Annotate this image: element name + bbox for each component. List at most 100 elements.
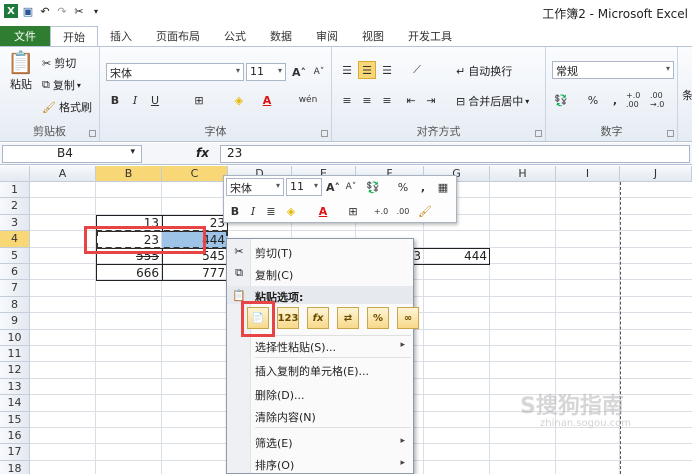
menu-item-insert-copied[interactable]: 插入复制的单元格(E)... bbox=[255, 363, 369, 379]
row-header-2[interactable]: 2 bbox=[0, 198, 30, 215]
align-middle-icon[interactable]: ☰ bbox=[358, 61, 376, 79]
number-format-combo[interactable]: 常规 ▾ bbox=[552, 61, 674, 79]
paste-formulas-button[interactable]: fx bbox=[307, 307, 329, 329]
tab-page-layout[interactable]: 页面布局 bbox=[144, 26, 212, 46]
row-header-5[interactable]: 5 bbox=[0, 247, 30, 264]
customize-qat-icon[interactable]: ✂ bbox=[72, 4, 86, 18]
bold-button[interactable]: B bbox=[106, 91, 124, 109]
row-header-12[interactable]: 12 bbox=[0, 362, 30, 379]
tab-insert[interactable]: 插入 bbox=[98, 26, 144, 46]
mini-center-icon[interactable]: ≣ bbox=[262, 202, 280, 220]
menu-item-sort[interactable]: 排序(O) bbox=[255, 457, 294, 473]
tab-review[interactable]: 审阅 bbox=[304, 26, 350, 46]
conditional-format-button[interactable]: 条 bbox=[682, 87, 692, 103]
row-header-4[interactable]: 4 bbox=[0, 231, 30, 248]
row-header-3[interactable]: 3 bbox=[0, 214, 30, 232]
column-header-j[interactable]: J bbox=[620, 166, 692, 182]
align-left-icon[interactable]: ≡ bbox=[338, 91, 356, 109]
insert-function-icon[interactable]: fx bbox=[196, 146, 209, 160]
shrink-font-icon[interactable]: A˅ bbox=[342, 178, 360, 196]
cut-button[interactable]: ✂ 剪切 bbox=[42, 55, 76, 71]
mini-format-painter-icon[interactable]: 🖌 bbox=[416, 202, 434, 220]
underline-button[interactable]: U bbox=[146, 91, 164, 109]
align-right-icon[interactable]: ≡ bbox=[378, 91, 396, 109]
menu-item-filter[interactable]: 筛选(E) bbox=[255, 435, 293, 451]
mini-italic-icon[interactable]: I bbox=[244, 202, 262, 220]
copy-button[interactable]: ⧉ 复制 ▾ bbox=[42, 77, 81, 93]
phonetic-icon[interactable]: wén bbox=[296, 91, 320, 109]
mini-font-color-icon[interactable]: A bbox=[314, 202, 332, 220]
column-header-i[interactable]: I bbox=[556, 166, 620, 182]
row-header-14[interactable]: 14 bbox=[0, 395, 30, 412]
menu-item-copy[interactable]: 复制(C) bbox=[255, 267, 293, 283]
column-header-c[interactable]: C bbox=[162, 166, 228, 182]
row-header-17[interactable]: 17 bbox=[0, 444, 30, 461]
menu-item-cut[interactable]: 剪切(T) bbox=[255, 245, 292, 261]
mini-border-icon[interactable]: ⊞ bbox=[344, 202, 362, 220]
row-header-15[interactable]: 15 bbox=[0, 411, 30, 428]
number-format-icon[interactable]: ▦ bbox=[434, 178, 452, 196]
dialog-launcher-icon[interactable] bbox=[535, 130, 542, 137]
decrease-indent-icon[interactable]: ⇤ bbox=[402, 91, 420, 109]
mini-font-combo[interactable]: 宋体 ▾ bbox=[226, 178, 284, 196]
dialog-launcher-icon[interactable] bbox=[321, 130, 328, 137]
increase-indent-icon[interactable]: ⇥ bbox=[422, 91, 440, 109]
formula-input[interactable]: 23 bbox=[220, 145, 690, 163]
accounting-icon[interactable]: 💱 bbox=[364, 178, 382, 196]
grow-font-icon[interactable]: A˄ bbox=[290, 63, 308, 81]
save-icon[interactable]: ▣ bbox=[21, 4, 35, 18]
merge-center-button[interactable]: ⊟ 合并后居中 ▾ bbox=[456, 93, 529, 109]
tab-data[interactable]: 数据 bbox=[258, 26, 304, 46]
mini-percent-button[interactable]: % bbox=[394, 178, 412, 196]
tab-home[interactable]: 开始 bbox=[50, 26, 98, 46]
mini-comma-button[interactable]: , bbox=[414, 178, 432, 196]
italic-button[interactable]: I bbox=[126, 91, 144, 109]
tab-formulas[interactable]: 公式 bbox=[212, 26, 258, 46]
fill-color-icon[interactable]: ◈ bbox=[230, 91, 248, 109]
font-name-combo[interactable]: 宋体 ▾ bbox=[106, 63, 244, 81]
decrease-decimal-button[interactable]: .00 →.0 bbox=[650, 91, 672, 109]
paste-values-button[interactable]: 123 bbox=[277, 307, 299, 329]
menu-item-paste-special[interactable]: 选择性粘贴(S)... bbox=[255, 339, 336, 355]
accounting-icon[interactable]: 💱 bbox=[552, 91, 570, 109]
cell-g5[interactable]: 444 bbox=[424, 248, 490, 264]
paste-button[interactable]: 📋 粘贴 bbox=[6, 51, 36, 92]
mini-inc-decimal-icon[interactable]: +.0 bbox=[372, 202, 390, 220]
tab-file[interactable]: 文件 bbox=[0, 26, 50, 46]
percent-button[interactable]: % bbox=[584, 91, 602, 109]
name-box[interactable]: B4 ▾ bbox=[2, 145, 142, 163]
cell-c6[interactable]: 777 bbox=[162, 265, 228, 281]
grow-font-icon[interactable]: A˄ bbox=[324, 178, 342, 196]
comma-button[interactable]: , bbox=[606, 91, 624, 109]
align-center-icon[interactable]: ≡ bbox=[358, 91, 376, 109]
cell-b6[interactable]: 666 bbox=[96, 265, 162, 281]
menu-item-clear[interactable]: 清除内容(N) bbox=[255, 409, 316, 425]
row-header-6[interactable]: 6 bbox=[0, 264, 30, 281]
column-header-a[interactable]: A bbox=[30, 166, 96, 182]
font-color-icon[interactable]: A bbox=[258, 91, 276, 109]
row-header-11[interactable]: 11 bbox=[0, 346, 30, 363]
increase-decimal-button[interactable]: +.0 .00 bbox=[626, 91, 648, 109]
row-header-18[interactable]: 18 bbox=[0, 460, 30, 474]
mini-size-combo[interactable]: 11 ▾ bbox=[286, 178, 322, 196]
border-icon[interactable]: ⊞ bbox=[190, 91, 208, 109]
mini-dec-decimal-icon[interactable]: .00 bbox=[394, 202, 412, 220]
orientation-icon[interactable]: ⟋ bbox=[408, 61, 426, 79]
menu-item-delete[interactable]: 删除(D)... bbox=[255, 387, 305, 403]
row-header-7[interactable]: 7 bbox=[0, 280, 30, 297]
tab-view[interactable]: 视图 bbox=[350, 26, 396, 46]
row-header-1[interactable]: 1 bbox=[0, 182, 30, 199]
qat-dropdown-icon[interactable]: ▾ bbox=[89, 4, 103, 18]
column-header-h[interactable]: H bbox=[490, 166, 556, 182]
row-header-13[interactable]: 13 bbox=[0, 378, 30, 396]
shrink-font-icon[interactable]: A˅ bbox=[310, 63, 328, 81]
wrap-text-button[interactable]: ↵ 自动换行 bbox=[456, 63, 512, 79]
row-header-16[interactable]: 16 bbox=[0, 428, 30, 445]
dialog-launcher-icon[interactable] bbox=[667, 130, 674, 137]
paste-transpose-icon[interactable]: ⇄ bbox=[337, 307, 359, 329]
mini-fill-color-icon[interactable]: ◈ bbox=[282, 202, 300, 220]
format-painter-button[interactable]: 🖌 格式刷 bbox=[42, 99, 92, 115]
tab-developer[interactable]: 开发工具 bbox=[396, 26, 464, 46]
redo-icon[interactable]: ↷ bbox=[55, 4, 69, 18]
font-size-combo[interactable]: 11 ▾ bbox=[246, 63, 286, 81]
